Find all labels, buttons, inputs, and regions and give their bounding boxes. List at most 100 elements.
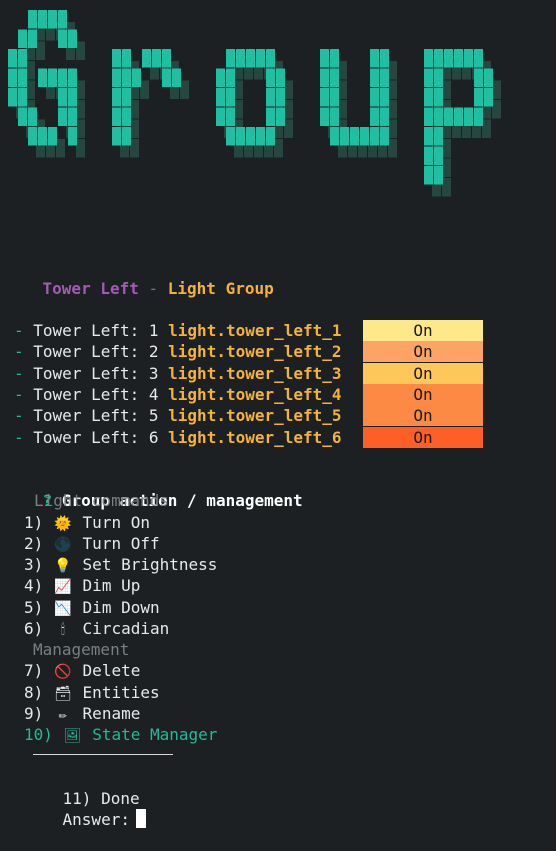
banner-pixel <box>216 107 225 126</box>
page-title: Tower Left - Light Group <box>4 257 274 298</box>
banner-pixel <box>58 29 67 48</box>
menu-item-rename[interactable]: 9) ✏ Rename <box>24 703 140 724</box>
banner-pixel <box>320 88 329 107</box>
banner-pixel <box>380 49 389 68</box>
light-row: - Tower Left: 5 light.tower_left_5 <box>14 405 342 426</box>
banner-pixel <box>68 88 77 107</box>
bullet-dash: - <box>14 428 24 447</box>
banner-pixel <box>474 107 483 126</box>
banner-pixel <box>130 100 139 119</box>
banner-pixel <box>130 139 139 158</box>
entity-id: light.tower_left_1 <box>168 321 342 340</box>
banner-pixel <box>434 49 443 68</box>
banner-pixel <box>492 100 501 119</box>
banner-pixel <box>424 107 433 126</box>
banner-pixel <box>76 41 85 60</box>
banner-pixel <box>338 100 347 119</box>
banner-pixel <box>444 107 453 126</box>
light-label: Tower Left: 3 <box>33 364 159 383</box>
menu-item-label: Dim Down <box>82 598 160 617</box>
light-row: - Tower Left: 4 light.tower_left_4 <box>14 384 342 405</box>
menu-item-label: Turn On <box>82 513 150 532</box>
banner-pixel <box>454 49 463 68</box>
banner-pixel <box>226 107 235 126</box>
banner-pixel <box>276 107 285 126</box>
banner-pixel <box>266 107 275 126</box>
banner-pixel <box>234 80 243 99</box>
banner-pixel <box>284 100 293 119</box>
bullet-dash: - <box>14 321 24 340</box>
chart-down-icon: 📉 <box>54 601 72 617</box>
banner-pixel <box>112 49 121 68</box>
banner-pixel <box>8 88 17 107</box>
menu-item-set-brightness[interactable]: 3) 💡 Set Brightness <box>24 554 217 575</box>
banner-pixel <box>162 68 171 87</box>
banner-pixel <box>388 100 397 119</box>
banner-pixel <box>18 49 27 68</box>
banner-pixel <box>48 68 57 87</box>
banner-pixel <box>424 49 433 68</box>
menu-item-delete[interactable]: 7) 🚫 Delete <box>24 660 140 681</box>
menu-item-turn-on[interactable]: 1) 🌞 Turn On <box>24 512 150 533</box>
banner-pixel <box>442 80 451 99</box>
menu-item-label: Delete <box>82 661 141 680</box>
banner-pixel <box>18 107 27 126</box>
lightbulb-icon: 💡 <box>54 558 72 574</box>
banner-pixel <box>216 88 225 107</box>
menu-item-dim-down[interactable]: 5) 📉 Dim Down <box>24 597 160 618</box>
entity-id: light.tower_left_5 <box>168 406 342 425</box>
banner-pixel <box>442 178 451 197</box>
banner-pixel <box>56 139 65 158</box>
banner-pixel <box>388 119 397 138</box>
banner-pixel <box>142 49 151 68</box>
menu-divider <box>33 754 173 755</box>
banner-pixel <box>338 80 347 99</box>
menu-item-number: 1) <box>24 513 44 532</box>
banner-pixel <box>380 68 389 87</box>
banner-pixel <box>388 80 397 99</box>
menu-item-state-manager[interactable]: 10) 🖼 State Manager <box>24 724 217 745</box>
menu-item-number: 8) <box>24 683 44 702</box>
banner-pixel <box>370 107 379 126</box>
banner-pixel <box>320 49 329 68</box>
banner-pixel <box>424 88 433 107</box>
banner-pixel <box>226 88 235 107</box>
banner-pixel <box>162 49 171 68</box>
banner-pixel <box>442 158 451 177</box>
answer-line[interactable]: Answer: <box>24 788 146 829</box>
menu-item-done[interactable]: 11) Done <box>24 767 140 808</box>
chart-up-icon: 📈 <box>54 579 72 595</box>
bullet-dash: - <box>14 342 24 361</box>
banner-pixel <box>172 68 181 87</box>
menu-item-turn-off[interactable]: 2) 🌑 Turn Off <box>24 533 160 554</box>
banner-pixel <box>18 88 27 107</box>
title-area: Tower Left <box>42 279 139 298</box>
banner-pixel <box>424 166 433 185</box>
banner-pixel <box>256 127 265 146</box>
banner-pixel <box>320 107 329 126</box>
banner-pixel <box>28 29 37 48</box>
banner-pixel <box>464 49 473 68</box>
menu-item-dim-up[interactable]: 4) 📈 Dim Up <box>24 575 140 596</box>
banner-pixel <box>28 107 37 126</box>
menu-item-number: 4) <box>24 576 44 595</box>
banner-pixel <box>380 107 389 126</box>
title-separator: - <box>138 279 168 298</box>
card-box-icon: 🗃 <box>54 686 72 702</box>
light-label: Tower Left: 6 <box>33 428 159 447</box>
banner-pixel <box>68 127 77 146</box>
banner-pixel <box>112 88 121 107</box>
banner-pixel <box>380 127 389 146</box>
banner-pixel <box>388 139 397 158</box>
banner-pixel <box>424 127 433 146</box>
banner-pixel <box>360 127 369 146</box>
banner-pixel <box>112 68 121 87</box>
menu-item-entities[interactable]: 8) 🗃 Entities <box>24 682 160 703</box>
entity-id: light.tower_left_2 <box>168 342 342 361</box>
sun-icon: 🌞 <box>54 516 72 532</box>
menu-item-circadian[interactable]: 6) 🕯 Circadian <box>24 618 169 639</box>
banner-pixel <box>36 41 45 60</box>
banner-pixel <box>112 107 121 126</box>
banner-pixel <box>18 29 27 48</box>
banner-pixel <box>276 88 285 107</box>
